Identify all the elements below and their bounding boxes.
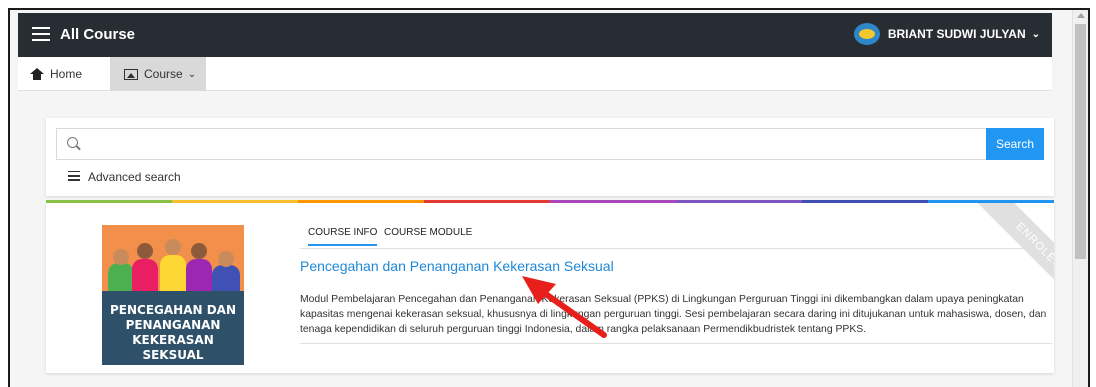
advanced-search-toggle[interactable]: Advanced search (68, 170, 181, 184)
search-input[interactable] (56, 128, 986, 160)
course-label: Course (144, 67, 183, 81)
top-navbar: All Course BRIANT SUDWI JULYAN ⌄ (18, 13, 1052, 57)
home-icon (30, 68, 44, 80)
scroll-thumb[interactable] (1075, 24, 1086, 259)
scrollbar[interactable] (1072, 10, 1088, 387)
page-title: All Course (60, 26, 136, 43)
course-image-caption: PENCEGAHAN DAN PENANGANAN KEKERASAN SEKS… (102, 291, 244, 365)
search-panel: Search Advanced search (46, 118, 1054, 196)
menu-icon[interactable] (32, 27, 50, 41)
course-thumbnail[interactable]: PENCEGAHAN DAN PENANGANAN KEKERASAN SEKS… (102, 225, 244, 365)
scroll-up-icon[interactable] (1077, 13, 1085, 18)
course-card: PENCEGAHAN DAN PENANGANAN KEKERASAN SEKS… (46, 203, 1054, 373)
breadcrumb-nav: Home Course ⌄ (18, 57, 1052, 91)
image-icon (124, 68, 138, 80)
chevron-down-icon: ⌄ (187, 68, 197, 80)
course-description: Modul Pembelajaran Pencegahan dan Penang… (300, 292, 1052, 344)
home-link[interactable]: Home (30, 57, 82, 91)
course-illustration (102, 225, 244, 291)
search-button[interactable]: Search (986, 128, 1044, 160)
course-dropdown[interactable]: Course ⌄ (110, 57, 206, 91)
advanced-search-label: Advanced search (88, 170, 181, 184)
kemendikbud-logo-icon (853, 23, 880, 45)
tab-course-info[interactable]: COURSE INFO (308, 227, 378, 246)
home-label: Home (50, 67, 83, 81)
course-tabs: COURSE INFO COURSE MODULE (300, 223, 1052, 249)
chevron-down-icon: ⌄ (1031, 28, 1040, 40)
user-menu[interactable]: BRIANT SUDWI JULYAN ⌄ (853, 23, 1040, 45)
user-name: BRIANT SUDWI JULYAN (887, 27, 1026, 41)
course-title-link[interactable]: Pencegahan dan Penanganan Kekerasan Seks… (300, 258, 614, 274)
tab-course-module[interactable]: COURSE MODULE (384, 227, 472, 238)
list-icon (68, 170, 80, 183)
search-icon (67, 137, 78, 148)
